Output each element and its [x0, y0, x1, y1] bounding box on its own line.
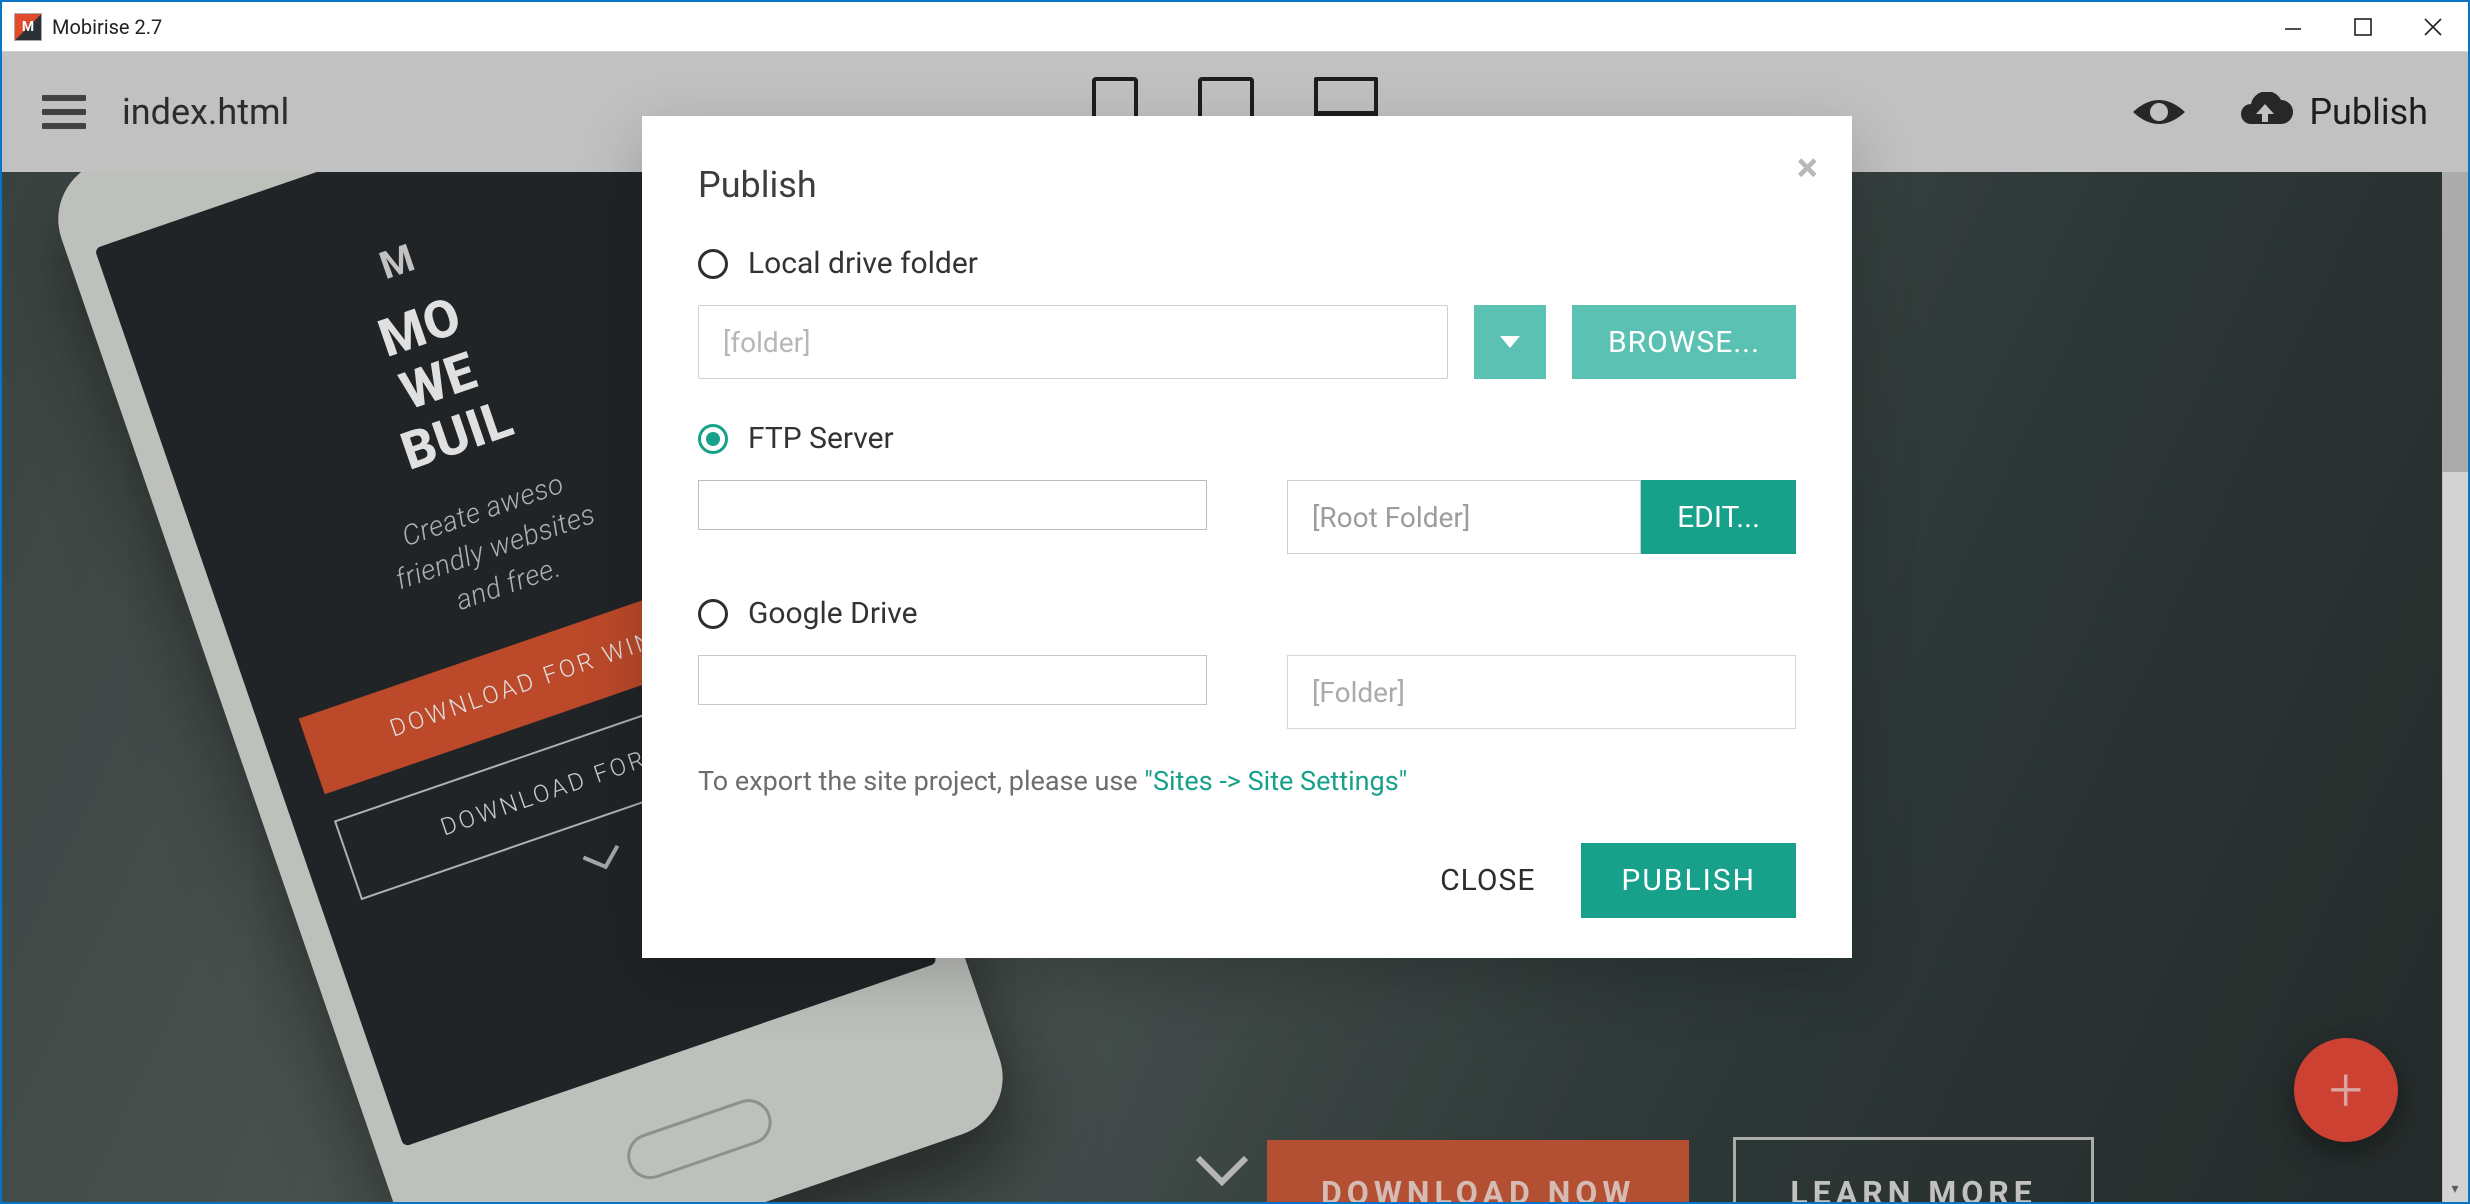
export-note: To export the site project, please use "… [698, 765, 1796, 797]
window-controls [2258, 2, 2468, 52]
window-maximize-button[interactable] [2328, 2, 2398, 52]
close-button[interactable]: CLOSE [1440, 863, 1535, 898]
folder-dropdown-button[interactable] [1474, 305, 1546, 379]
titlebar-left: M Mobirise 2.7 [14, 13, 162, 41]
ftp-label: FTP Server [748, 421, 894, 456]
radio-icon [698, 424, 728, 454]
window-title: Mobirise 2.7 [52, 15, 162, 39]
publish-confirm-button[interactable]: PUBLISH [1581, 843, 1796, 918]
app-icon: M [14, 13, 42, 41]
local-drive-label: Local drive folder [748, 246, 978, 281]
google-drive-option[interactable]: Google Drive [698, 596, 1796, 631]
modal-title: Publish [698, 164, 1796, 206]
ftp-root-folder-input[interactable]: [Root Folder] [1287, 480, 1641, 554]
modal-close-icon[interactable]: × [1797, 144, 1818, 191]
ftp-server-select[interactable] [698, 480, 1207, 530]
publish-modal: × Publish Local drive folder [folder] BR… [642, 116, 1852, 958]
export-note-text: To export the site project, please use [698, 765, 1144, 797]
local-drive-option[interactable]: Local drive folder [698, 246, 1796, 281]
browse-button[interactable]: BROWSE... [1572, 305, 1796, 379]
site-settings-link[interactable]: "Sites -> Site Settings" [1144, 765, 1407, 797]
window-titlebar: M Mobirise 2.7 [2, 2, 2468, 52]
edit-ftp-button[interactable]: EDIT... [1641, 480, 1796, 554]
window-close-button[interactable] [2398, 2, 2468, 52]
google-drive-label: Google Drive [748, 596, 918, 631]
google-drive-select[interactable] [698, 655, 1207, 705]
google-drive-folder-input[interactable]: [Folder] [1287, 655, 1796, 729]
local-folder-input[interactable]: [folder] [698, 305, 1448, 379]
ftp-option[interactable]: FTP Server [698, 421, 1796, 456]
radio-icon [698, 599, 728, 629]
radio-icon [698, 249, 728, 279]
window-minimize-button[interactable] [2258, 2, 2328, 52]
